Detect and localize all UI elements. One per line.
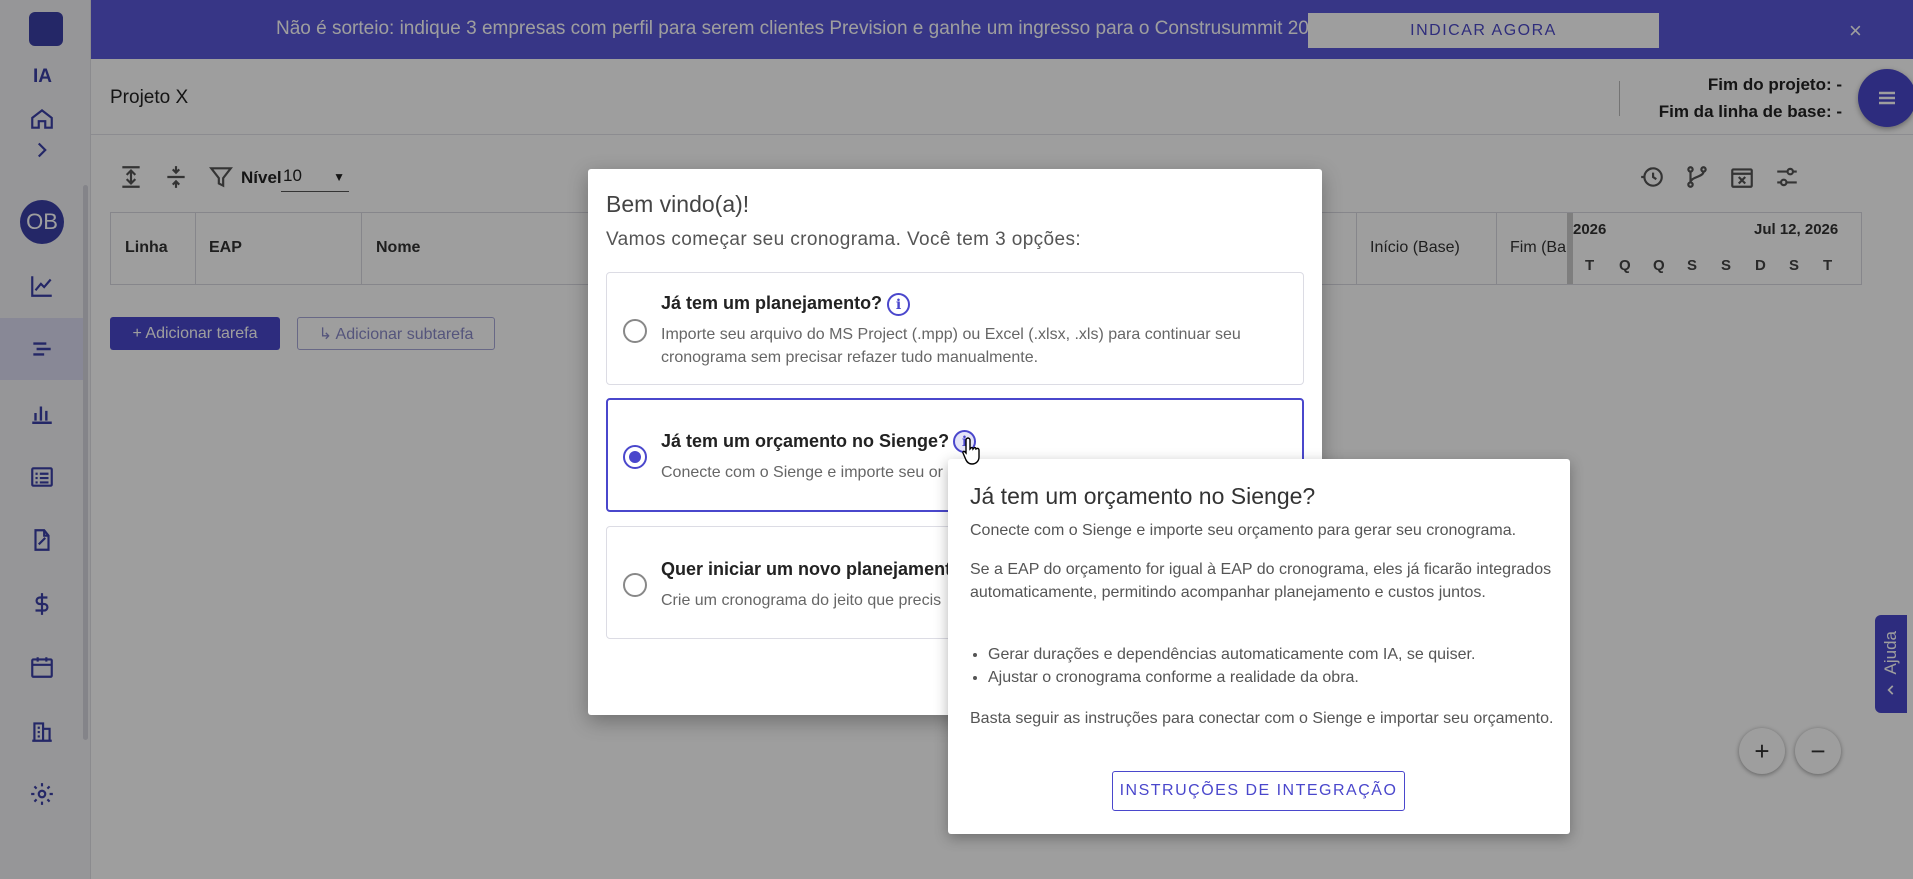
radio-orcamento-sienge[interactable] <box>623 445 647 469</box>
popover-paragraph: Se a EAP do orçamento for igual à EAP do… <box>970 561 1552 601</box>
modal-title: Bem vindo(a)! <box>606 191 750 217</box>
popover-title: Já tem um orçamento no Sienge? <box>970 483 1316 509</box>
option-title: Quer iniciar um novo planejamento <box>661 559 963 579</box>
option-description: Crie um cronograma do jeito que precis <box>661 592 942 609</box>
radio-novo-planejamento[interactable] <box>623 573 647 597</box>
hand-cursor-icon <box>962 437 980 465</box>
popover-paragraph: Basta seguir as instruções para conectar… <box>970 710 1554 727</box>
option-title: Já tem um planejamento? <box>661 293 883 313</box>
list-item: Gerar durações e dependências automatica… <box>988 643 1475 666</box>
popover-paragraph: Conecte com o Sienge e importe seu orçam… <box>970 522 1517 539</box>
option-title: Já tem um orçamento no Sienge? <box>661 431 950 451</box>
list-item: Ajustar o cronograma conforme a realidad… <box>988 666 1475 689</box>
modal-subtitle: Vamos começar seu cronograma. Você tem 3… <box>606 229 1082 250</box>
popover-list: Gerar durações e dependências automatica… <box>988 643 1475 689</box>
instrucoes-integracao-button[interactable]: INSTRUÇÕES DE INTEGRAÇÃO <box>1112 771 1405 811</box>
radio-planejamento[interactable] <box>623 319 647 343</box>
sienge-info-popover: Já tem um orçamento no Sienge? Conecte c… <box>948 459 1570 834</box>
option-description: Importe seu arquivo do MS Project (.mpp)… <box>661 326 1241 366</box>
option-description: Conecte com o Sienge e importe seu or <box>661 464 943 481</box>
option-planejamento[interactable]: Já tem um planejamento? i Importe seu ar… <box>606 272 1304 385</box>
info-icon[interactable]: i <box>887 293 910 316</box>
